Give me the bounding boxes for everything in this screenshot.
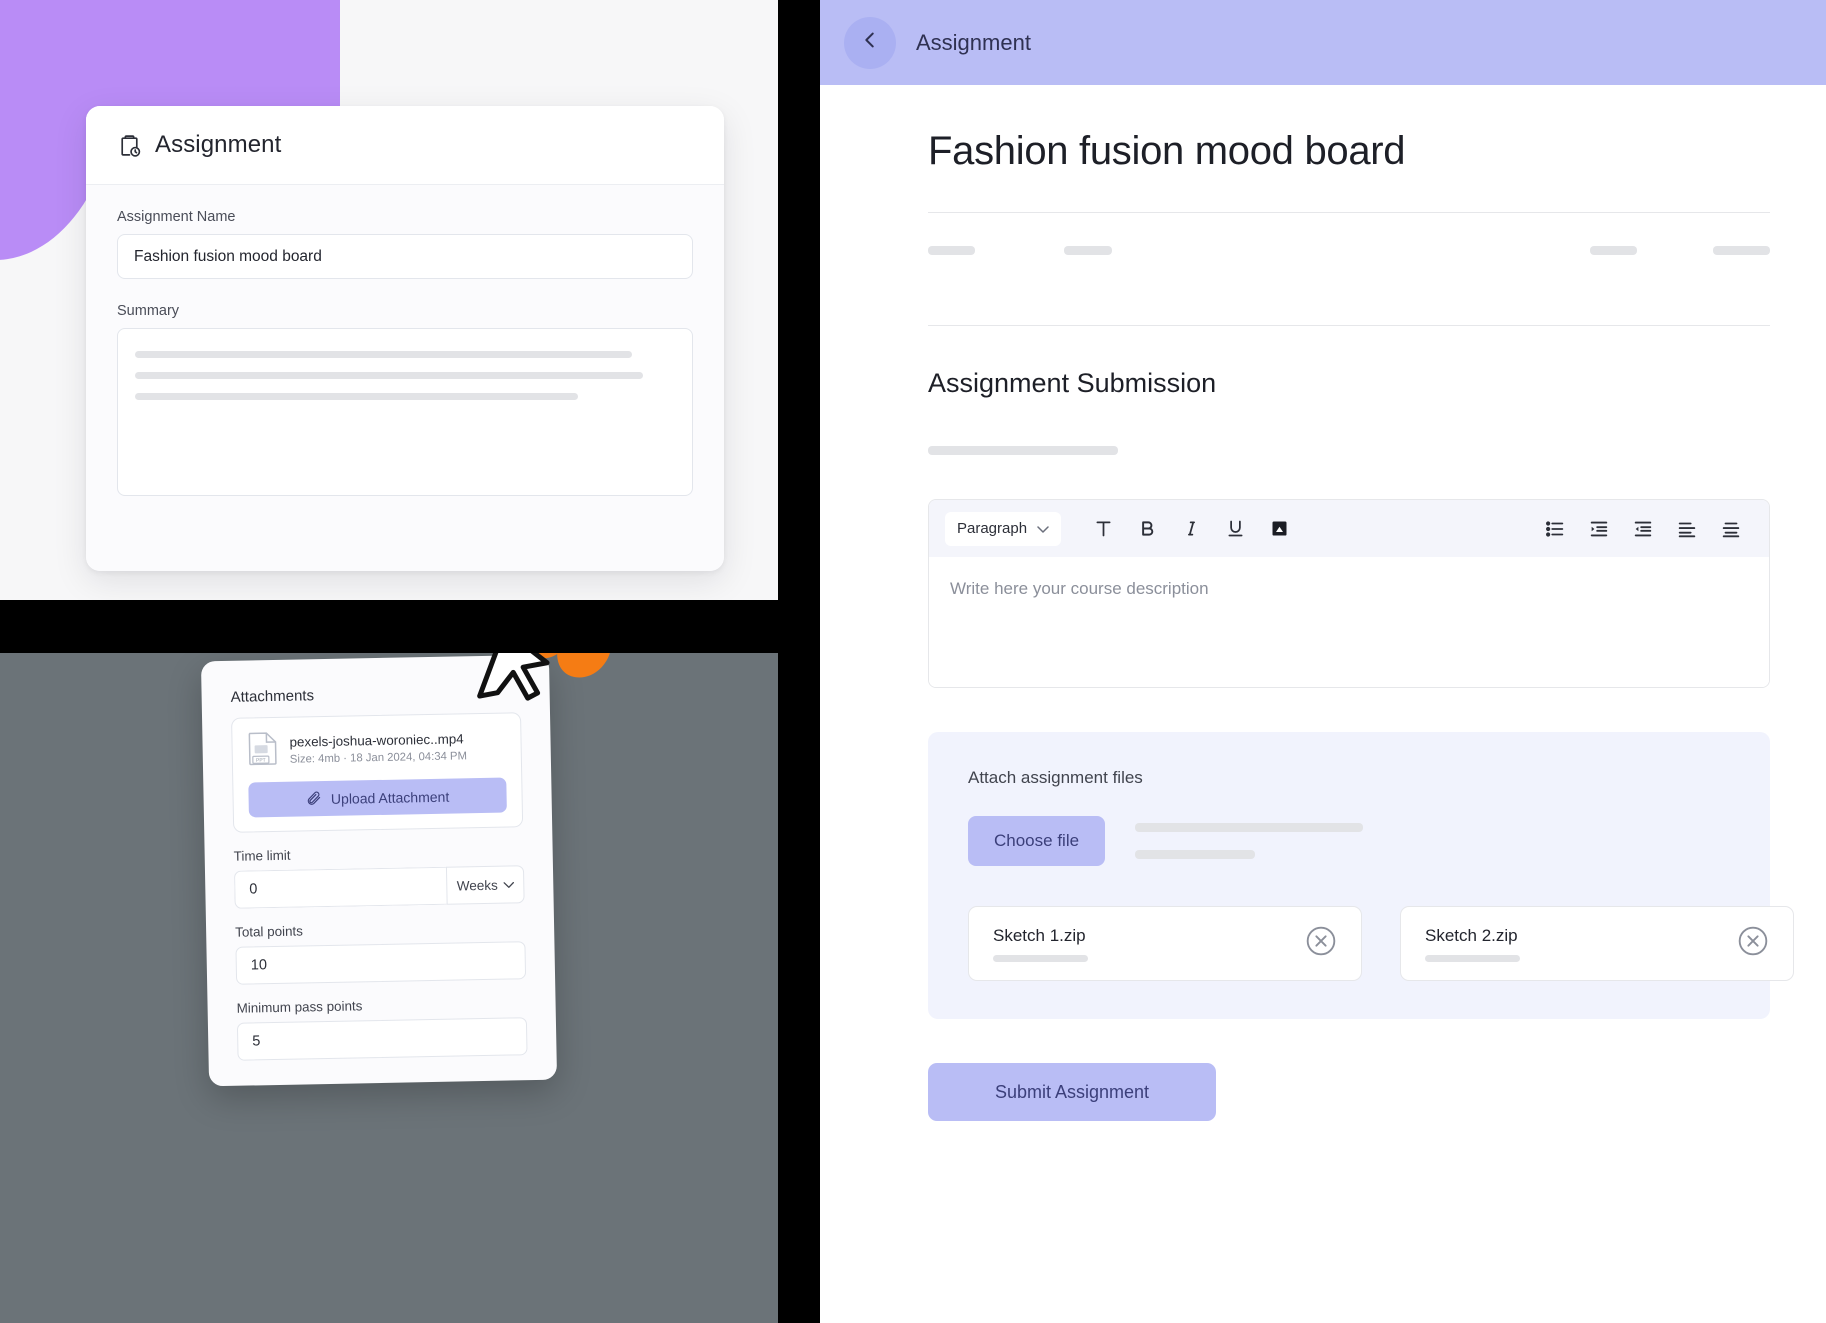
total-points-label: Total points: [235, 923, 304, 940]
meta-skeleton-row: [928, 213, 1771, 287]
time-limit-row: 0 Weeks: [233, 865, 525, 909]
close-circle-icon[interactable]: [1305, 925, 1337, 962]
attachment-file-separator: ·: [343, 752, 348, 765]
time-limit-unit-label: Weeks: [456, 877, 498, 894]
choose-file-row: Choose file: [968, 816, 1730, 866]
clipboard-clock-icon: [117, 133, 142, 158]
image-icon[interactable]: [1257, 510, 1301, 548]
attached-file-name: Sketch 2.zip: [1425, 925, 1518, 945]
divider: [928, 325, 1770, 326]
list-item[interactable]: Sketch 1.zip: [968, 906, 1362, 981]
list-item[interactable]: Sketch 2.zip: [1400, 906, 1794, 981]
panel-body: Fashion fusion mood board Assignment Sub…: [820, 85, 1826, 1121]
paragraph-style-select[interactable]: Paragraph: [945, 511, 1062, 546]
chevron-down-icon: [1037, 520, 1049, 537]
svg-text:PPT: PPT: [256, 758, 266, 764]
bold-icon[interactable]: [1125, 510, 1169, 548]
rich-text-editor: Paragraph Write here your course descrip…: [928, 499, 1770, 688]
align-center-icon[interactable]: [1709, 510, 1753, 548]
outdent-icon[interactable]: [1577, 510, 1621, 548]
total-points-input[interactable]: 10: [235, 941, 527, 985]
attach-files-section: Attach assignment files Choose file Sket…: [928, 732, 1794, 1019]
meta-skeleton-item: [1589, 245, 1638, 255]
panel-header: Assignment: [820, 0, 1826, 85]
summary-skeleton-line: [135, 351, 632, 358]
section-skeleton-line: [928, 446, 1118, 455]
assignment-card-body: Assignment Name Fashion fusion mood boar…: [86, 185, 724, 571]
text-color-icon[interactable]: [1081, 510, 1125, 548]
time-limit-label: Time limit: [233, 847, 291, 864]
attached-file-skeleton: [993, 954, 1088, 962]
left-top-scene: Assignment Assignment Name Fashion fusio…: [0, 0, 778, 600]
chevron-left-icon: [859, 29, 881, 56]
choose-file-button[interactable]: Choose file: [968, 816, 1106, 866]
attached-file-name: Sketch 1.zip: [993, 925, 1086, 945]
summary-skeleton-line: [135, 393, 578, 400]
meta-skeleton-item: [1064, 245, 1112, 255]
assignment-form-card: Assignment Assignment Name Fashion fusio…: [86, 106, 724, 571]
attachments-settings-card: Attachments PPT pexels-joshua-woroniec..…: [200, 653, 611, 1087]
paperclip-icon: [306, 791, 322, 807]
left-bottom-scene: Attachments PPT pexels-joshua-woroniec..…: [0, 653, 778, 1323]
time-limit-unit-select[interactable]: Weeks: [445, 865, 525, 905]
indent-icon[interactable]: [1621, 510, 1665, 548]
section-heading: Assignment Submission: [928, 368, 1217, 398]
butterfly-cursor-decoration: [467, 653, 650, 748]
page-title: Assignment: [155, 131, 282, 158]
italic-icon[interactable]: [1169, 510, 1213, 548]
assignment-heading: Fashion fusion mood board: [928, 129, 1406, 173]
attachment-file-size: Size: 4mb: [289, 752, 341, 766]
submit-assignment-button[interactable]: Submit Assignment: [928, 1063, 1216, 1121]
choose-file-skeleton: [1135, 823, 1364, 859]
skeleton-line: [1135, 850, 1256, 859]
chevron-down-icon: [503, 881, 514, 888]
close-circle-icon[interactable]: [1737, 925, 1769, 962]
upload-attachment-button[interactable]: Upload Attachment: [248, 777, 507, 818]
attached-file-info: Sketch 1.zip: [993, 926, 1088, 962]
screenshot-stage: Assignment Assignment Name Fashion fusio…: [0, 0, 1826, 1323]
underline-icon[interactable]: [1213, 510, 1257, 548]
assignment-name-label: Assignment Name: [117, 209, 236, 225]
time-limit-input[interactable]: 0: [233, 866, 447, 909]
meta-skeleton-item: [928, 245, 976, 255]
minimum-pass-points-label: Minimum pass points: [236, 998, 363, 1016]
attachment-file-sub: Size: 4mb · 18 Jan 2024, 04:34 PM: [290, 750, 467, 765]
assignment-detail-panel: Assignment Fashion fusion mood board Ass…: [820, 0, 1826, 1323]
minimum-pass-points-input[interactable]: 5: [236, 1017, 528, 1061]
back-button[interactable]: [844, 16, 896, 69]
attached-files-list: Sketch 1.zip Sketch 2.zip: [968, 906, 1794, 981]
editor-toolbar: Paragraph: [929, 500, 1769, 557]
upload-attachment-label: Upload Attachment: [330, 788, 450, 807]
attachment-file-meta: pexels-joshua-woroniec..mp4 Size: 4mb · …: [289, 731, 467, 765]
meta-skeleton-item: [1713, 245, 1771, 255]
attach-files-title: Attach assignment files: [968, 768, 1143, 787]
align-left-icon[interactable]: [1665, 510, 1709, 548]
attachment-file-date: 18 Jan 2024, 04:34 PM: [350, 750, 468, 765]
skeleton-line: [1135, 823, 1364, 832]
bullet-list-icon[interactable]: [1533, 510, 1577, 548]
ppt-file-icon: PPT: [247, 731, 278, 771]
panel-title: Assignment: [916, 29, 1031, 55]
attached-file-info: Sketch 2.zip: [1425, 926, 1520, 962]
attachment-file-name: pexels-joshua-woroniec..mp4: [289, 731, 464, 750]
summary-label: Summary: [117, 303, 180, 319]
paragraph-style-label: Paragraph: [957, 520, 1028, 537]
assignment-card-header: Assignment: [86, 106, 724, 185]
summary-textarea[interactable]: [117, 328, 693, 496]
summary-skeleton-line: [135, 372, 643, 379]
attached-file-skeleton: [1425, 954, 1520, 962]
attachment-file-row: PPT pexels-joshua-woroniec..mp4 Size: 4m…: [247, 727, 506, 771]
assignment-name-input[interactable]: Fashion fusion mood board: [117, 234, 693, 279]
editor-text-area[interactable]: Write here your course description: [929, 557, 1769, 687]
